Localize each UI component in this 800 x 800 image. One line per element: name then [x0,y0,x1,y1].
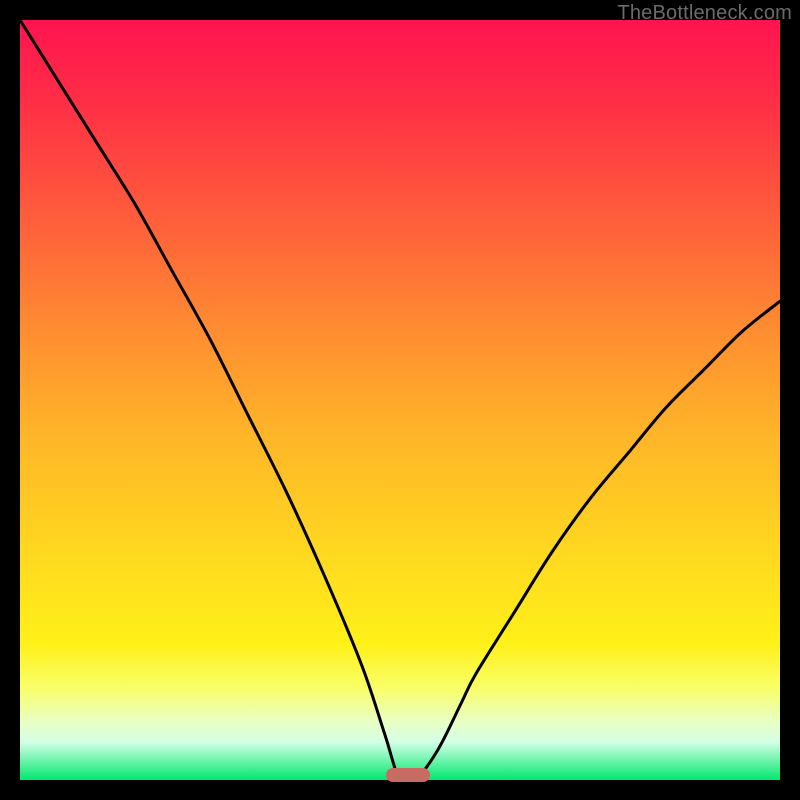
optimal-marker [386,768,430,782]
chart-frame: TheBottleneck.com [0,0,800,800]
gradient-plot-area [20,20,780,780]
